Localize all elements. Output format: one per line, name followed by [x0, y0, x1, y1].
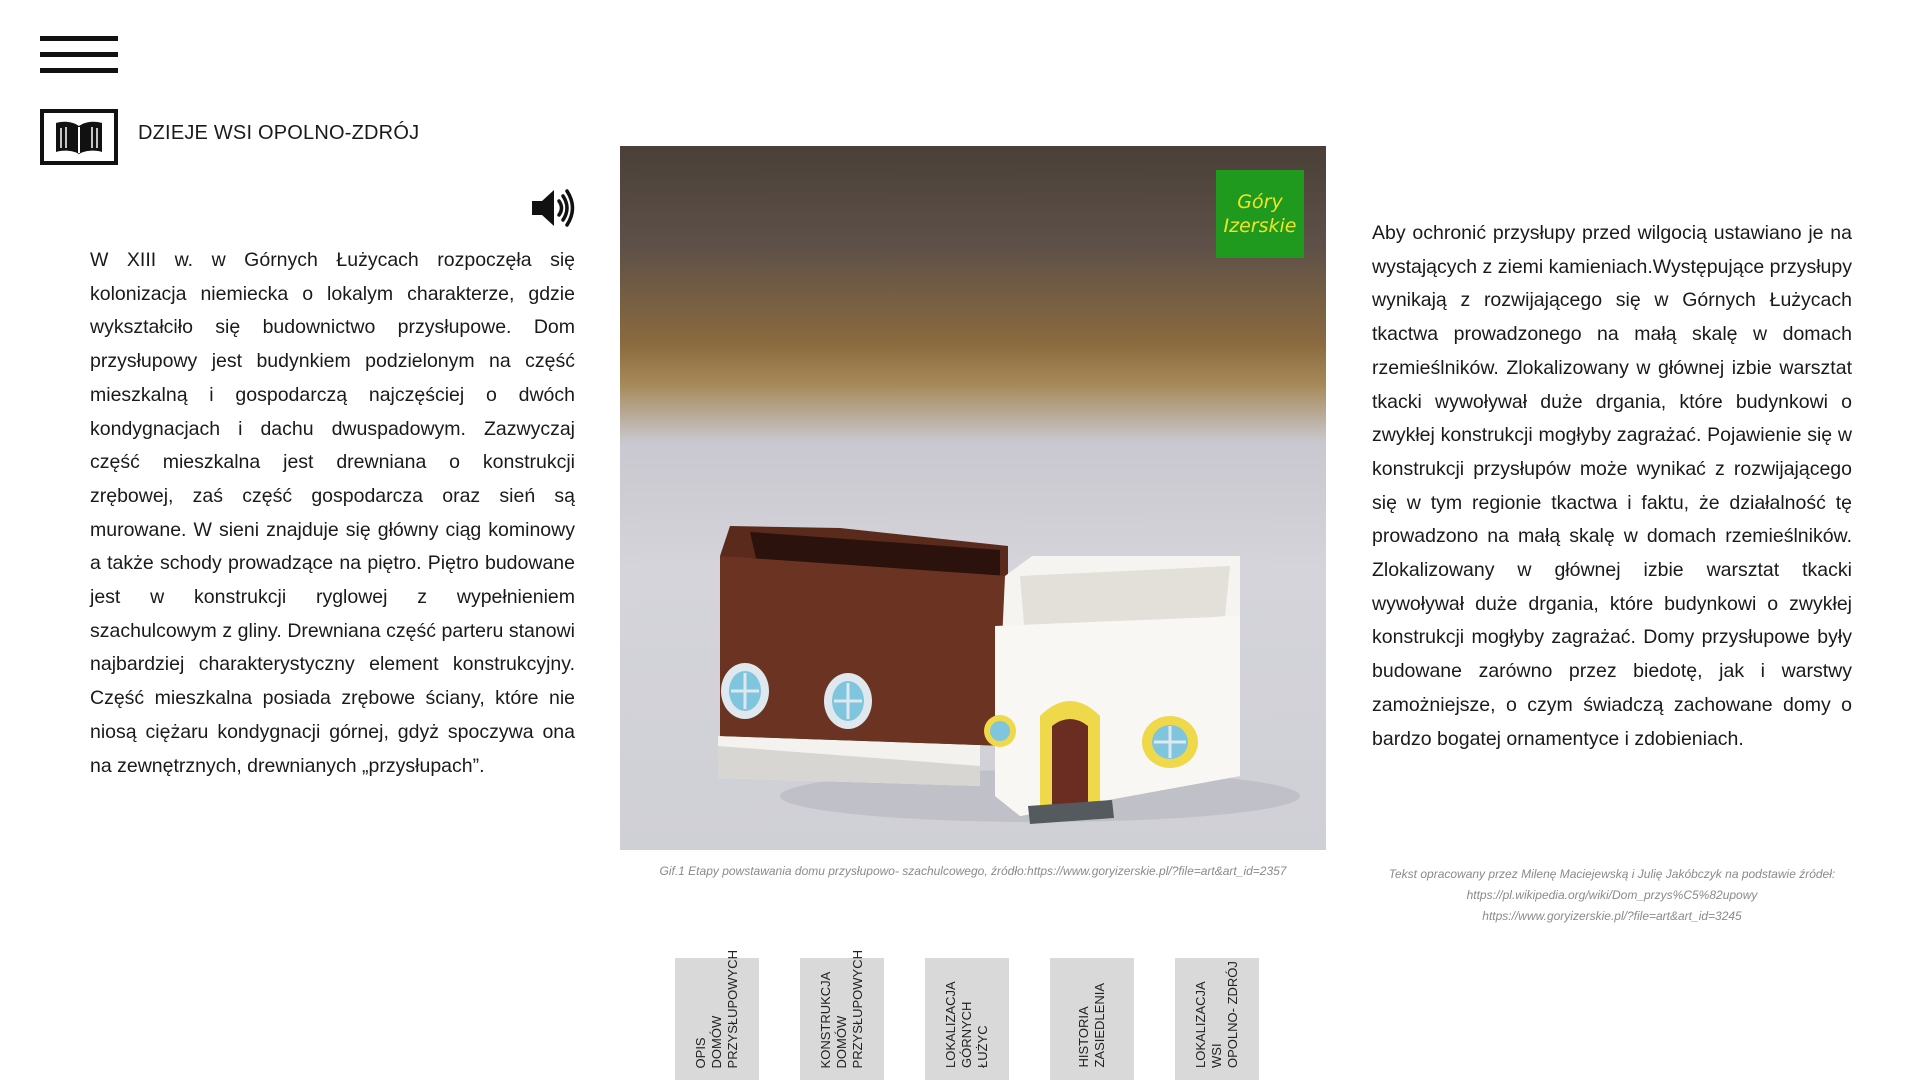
tab-opis-domow[interactable]: OPIS DOMÓW PRZYSŁUPOWYCH [675, 950, 759, 1080]
tab-label: HISTORIA ZASIEDLENIA [1076, 983, 1107, 1068]
tab-konstrukcja-domow[interactable]: KONSTRUKCJA DOMÓW PRZYSŁUPOWYCH [800, 950, 884, 1080]
tab-historia-zasiedlenia[interactable]: HISTORIA ZASIEDLENIA [1050, 958, 1134, 1080]
tab-lokalizacja-wsi[interactable]: LOKALIZACJA WSI OPOLNO- ZDRÓJ [1175, 958, 1259, 1080]
sources-note: Tekst opracowany przez Milenę Maciejewsk… [1372, 864, 1852, 927]
tab-label: LOKALIZACJA GÓRNYCH ŁUŻYC [943, 981, 990, 1068]
menu-bar [40, 68, 118, 73]
figure-caption: Gif.1 Etapy powstawania domu przysłupowo… [659, 864, 1287, 878]
logo-line2: Izerskie [1223, 215, 1297, 237]
speaker-volume-icon[interactable] [530, 186, 578, 230]
logo-line1: Góry [1237, 191, 1283, 213]
left-paragraph: W XIII w. w Górnych Łużycach rozpoczęła … [90, 249, 575, 777]
menu-bar [40, 36, 118, 41]
tab-label: KONSTRUKCJA DOMÓW PRZYSŁUPOWYCH [818, 949, 865, 1068]
tab-label: LOKALIZACJA WSI OPOLNO- ZDRÓJ [1193, 961, 1240, 1068]
menu-bar [40, 52, 118, 57]
sources-line1: Tekst opracowany przez Milenę Maciejewsk… [1388, 867, 1836, 881]
hamburger-menu-icon[interactable] [40, 36, 118, 74]
gory-izerskie-logo: Góry Izerskie [1216, 170, 1304, 258]
right-paragraph: Aby ochronić przysłupy przed wilgocią us… [1372, 222, 1852, 750]
tab-lokalizacja-luzyc[interactable]: LOKALIZACJA GÓRNYCH ŁUŻYC [925, 958, 1009, 1080]
sources-link-1[interactable]: https://pl.wikipedia.org/wiki/Dom_przys%… [1372, 885, 1852, 906]
open-book-icon[interactable] [40, 109, 118, 165]
sources-link-2[interactable]: https://www.goryizerskie.pl/?file=art&ar… [1372, 906, 1852, 927]
tab-label: OPIS DOMÓW PRZYSŁUPOWYCH [693, 949, 740, 1068]
page-title: DZIEJE WSI OPOLNO-ZDRÓJ [138, 122, 420, 144]
